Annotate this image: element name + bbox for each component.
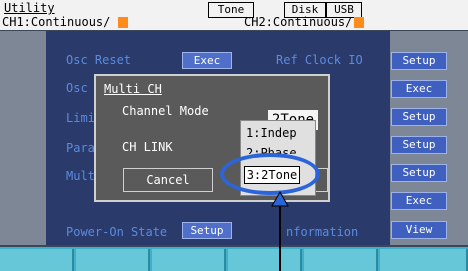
pointer-arrow [271, 190, 289, 271]
